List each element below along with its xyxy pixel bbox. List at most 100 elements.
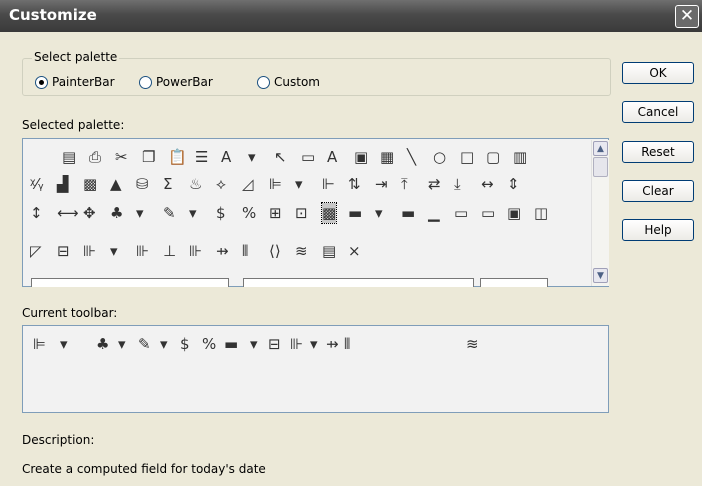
fire-icon[interactable]: ♨ bbox=[189, 174, 202, 194]
copy-icon[interactable]: ❐ bbox=[142, 147, 155, 167]
currency-icon[interactable]: $ bbox=[216, 203, 226, 223]
border-resize-icon[interactable]: ◸ bbox=[30, 241, 42, 261]
group-icon[interactable]: ≋ bbox=[295, 241, 308, 261]
border-none-icon[interactable]: ▬ bbox=[348, 203, 362, 223]
slide-icon[interactable]: ⇸ bbox=[326, 334, 339, 354]
columns-icon[interactable]: ⫴ bbox=[242, 241, 248, 261]
resize-height-icon[interactable]: ↕ bbox=[30, 203, 43, 223]
round-rect-icon[interactable]: ▢ bbox=[486, 147, 500, 167]
percent-icon[interactable]: % bbox=[202, 334, 216, 354]
dropdown-arrow-icon[interactable]: ▾ bbox=[160, 334, 168, 354]
dropdown-arrow-icon[interactable]: ▾ bbox=[60, 334, 68, 354]
report-icon[interactable]: ▩ bbox=[83, 174, 97, 194]
print-icon[interactable]: ⎙ bbox=[89, 147, 101, 167]
percent-icon[interactable]: % bbox=[242, 203, 256, 223]
scroll-down-button[interactable]: ▼ bbox=[593, 268, 608, 283]
save-icon[interactable]: ▤ bbox=[62, 147, 76, 167]
dropdown-arrow-icon[interactable]: ▾ bbox=[310, 334, 318, 354]
border-none-icon[interactable]: ▬ bbox=[401, 203, 415, 223]
tag-icon[interactable]: ⟡ bbox=[216, 174, 226, 194]
align-bottom-icon[interactable]: ⤓ bbox=[454, 174, 461, 194]
align-left-icon[interactable]: ⊫ bbox=[269, 174, 282, 194]
align-top-icon[interactable]: ⤒ bbox=[401, 174, 408, 194]
grid-icon[interactable]: ▦ bbox=[380, 147, 394, 167]
scroll-thumb[interactable] bbox=[593, 157, 608, 177]
pad-icon[interactable]: ⊪ bbox=[189, 241, 202, 261]
border-raised-icon[interactable]: ▣ bbox=[507, 203, 521, 223]
radio-powerbar[interactable]: PowerBar bbox=[139, 75, 213, 89]
align-left-icon[interactable]: ⊫ bbox=[33, 334, 46, 354]
align-icon[interactable]: ⊪ bbox=[290, 334, 303, 354]
graph-icon[interactable]: ▟ bbox=[57, 174, 69, 194]
cancel-button[interactable]: Cancel bbox=[622, 101, 694, 123]
size-icon[interactable]: ⊪ bbox=[136, 241, 149, 261]
background-color-icon[interactable]: ♣ bbox=[110, 203, 123, 223]
border-shadow-icon[interactable]: ▭ bbox=[481, 203, 495, 223]
palette-scrollbar[interactable]: ▲ ▼ bbox=[591, 140, 609, 286]
today-icon[interactable]: ▩ bbox=[320, 202, 338, 224]
tab-order-icon[interactable]: ⊟ bbox=[57, 241, 70, 261]
triangle-icon[interactable]: ▲ bbox=[110, 174, 122, 194]
bars-icon[interactable]: ▥ bbox=[513, 147, 527, 167]
text-a-icon[interactable]: A bbox=[221, 147, 231, 167]
height-icon[interactable]: ⇕ bbox=[507, 174, 520, 194]
radio-custom[interactable]: Custom bbox=[257, 75, 320, 89]
resize-both-icon[interactable]: ✥ bbox=[83, 203, 96, 223]
dropdown-arrow-icon[interactable]: ▾ bbox=[110, 241, 118, 261]
dropdown-arrow-icon[interactable]: ▾ bbox=[248, 147, 256, 167]
image-icon[interactable]: ▣ bbox=[354, 147, 368, 167]
paint-brush-icon[interactable]: ✎ bbox=[163, 203, 176, 223]
dropdown-arrow-icon[interactable]: ▾ bbox=[250, 334, 258, 354]
delete-icon[interactable]: × bbox=[348, 241, 361, 261]
dropdown-arrow-icon[interactable]: ▾ bbox=[136, 203, 144, 223]
database-icon[interactable]: ⛁ bbox=[136, 174, 149, 194]
list-icon[interactable]: ☰ bbox=[195, 147, 208, 167]
space-horizontal-icon[interactable]: ⇄ bbox=[428, 174, 441, 194]
border-box-icon[interactable]: ▭ bbox=[454, 203, 468, 223]
group-icon[interactable]: ≋ bbox=[466, 334, 479, 354]
line-icon[interactable]: ╲ bbox=[407, 147, 416, 167]
resize-width-icon[interactable]: ⟷ bbox=[57, 203, 79, 223]
scroll-up-button[interactable]: ▲ bbox=[593, 141, 608, 156]
radio-painterbar[interactable]: PainterBar bbox=[35, 75, 115, 89]
align-center-icon[interactable]: ⇥ bbox=[375, 174, 388, 194]
help-button[interactable]: Help bbox=[622, 219, 694, 241]
width-icon[interactable]: ↔ bbox=[481, 174, 494, 194]
space-vertical-icon[interactable]: ⇅ bbox=[348, 174, 361, 194]
slide-icon[interactable]: ⇸ bbox=[216, 241, 229, 261]
reset-button[interactable]: Reset bbox=[622, 141, 694, 163]
close-button[interactable]: ✕ bbox=[675, 5, 699, 28]
rectangle-icon[interactable]: □ bbox=[460, 147, 474, 167]
border-underline-icon[interactable]: ▁ bbox=[428, 203, 440, 223]
dropdown-arrow-icon[interactable]: ▾ bbox=[295, 174, 303, 194]
title-bar: Customize ✕ bbox=[0, 0, 702, 32]
picture-icon[interactable]: ▭ bbox=[301, 147, 315, 167]
dropdown-arrow-icon[interactable]: ▾ bbox=[118, 334, 126, 354]
properties-icon[interactable]: ⊡ bbox=[295, 203, 308, 223]
dropdown-arrow-icon[interactable]: ▾ bbox=[189, 203, 197, 223]
paint-brush-icon[interactable]: ✎ bbox=[138, 334, 151, 354]
pointer-icon[interactable]: ↖ bbox=[274, 147, 287, 167]
ok-button[interactable]: OK bbox=[622, 62, 694, 84]
computed-icon[interactable]: ⊞ bbox=[269, 203, 282, 223]
sum-icon[interactable]: Σ bbox=[163, 174, 172, 194]
page-icon[interactable]: ▤ bbox=[322, 241, 336, 261]
background-color-icon[interactable]: ♣ bbox=[96, 334, 109, 354]
edit-icon[interactable]: ◿ bbox=[242, 174, 254, 194]
cut-icon[interactable]: ✂ bbox=[115, 147, 128, 167]
tab-order-icon[interactable]: ⊟ bbox=[268, 334, 281, 354]
border-lowered-icon[interactable]: ◫ bbox=[534, 203, 548, 223]
xy-sort-icon[interactable]: ᵡ⁄ᵧ bbox=[30, 174, 44, 194]
dropdown-arrow-icon[interactable]: ▾ bbox=[375, 203, 383, 223]
border-none-icon[interactable]: ▬ bbox=[224, 334, 238, 354]
oval-icon[interactable]: ○ bbox=[433, 147, 446, 167]
currency-icon[interactable]: $ bbox=[180, 334, 190, 354]
clear-button[interactable]: Clear bbox=[622, 180, 694, 202]
align-right-icon[interactable]: ⊩ bbox=[322, 174, 335, 194]
columns-icon[interactable]: ⫴ bbox=[344, 334, 350, 354]
align-icon[interactable]: ⊪ bbox=[83, 241, 96, 261]
code-icon[interactable]: ⟨⟩ bbox=[269, 241, 281, 261]
space-icon[interactable]: ⊥ bbox=[163, 241, 176, 261]
paste-icon[interactable]: 📋 bbox=[168, 147, 187, 167]
text-a-icon[interactable]: A bbox=[327, 147, 337, 167]
